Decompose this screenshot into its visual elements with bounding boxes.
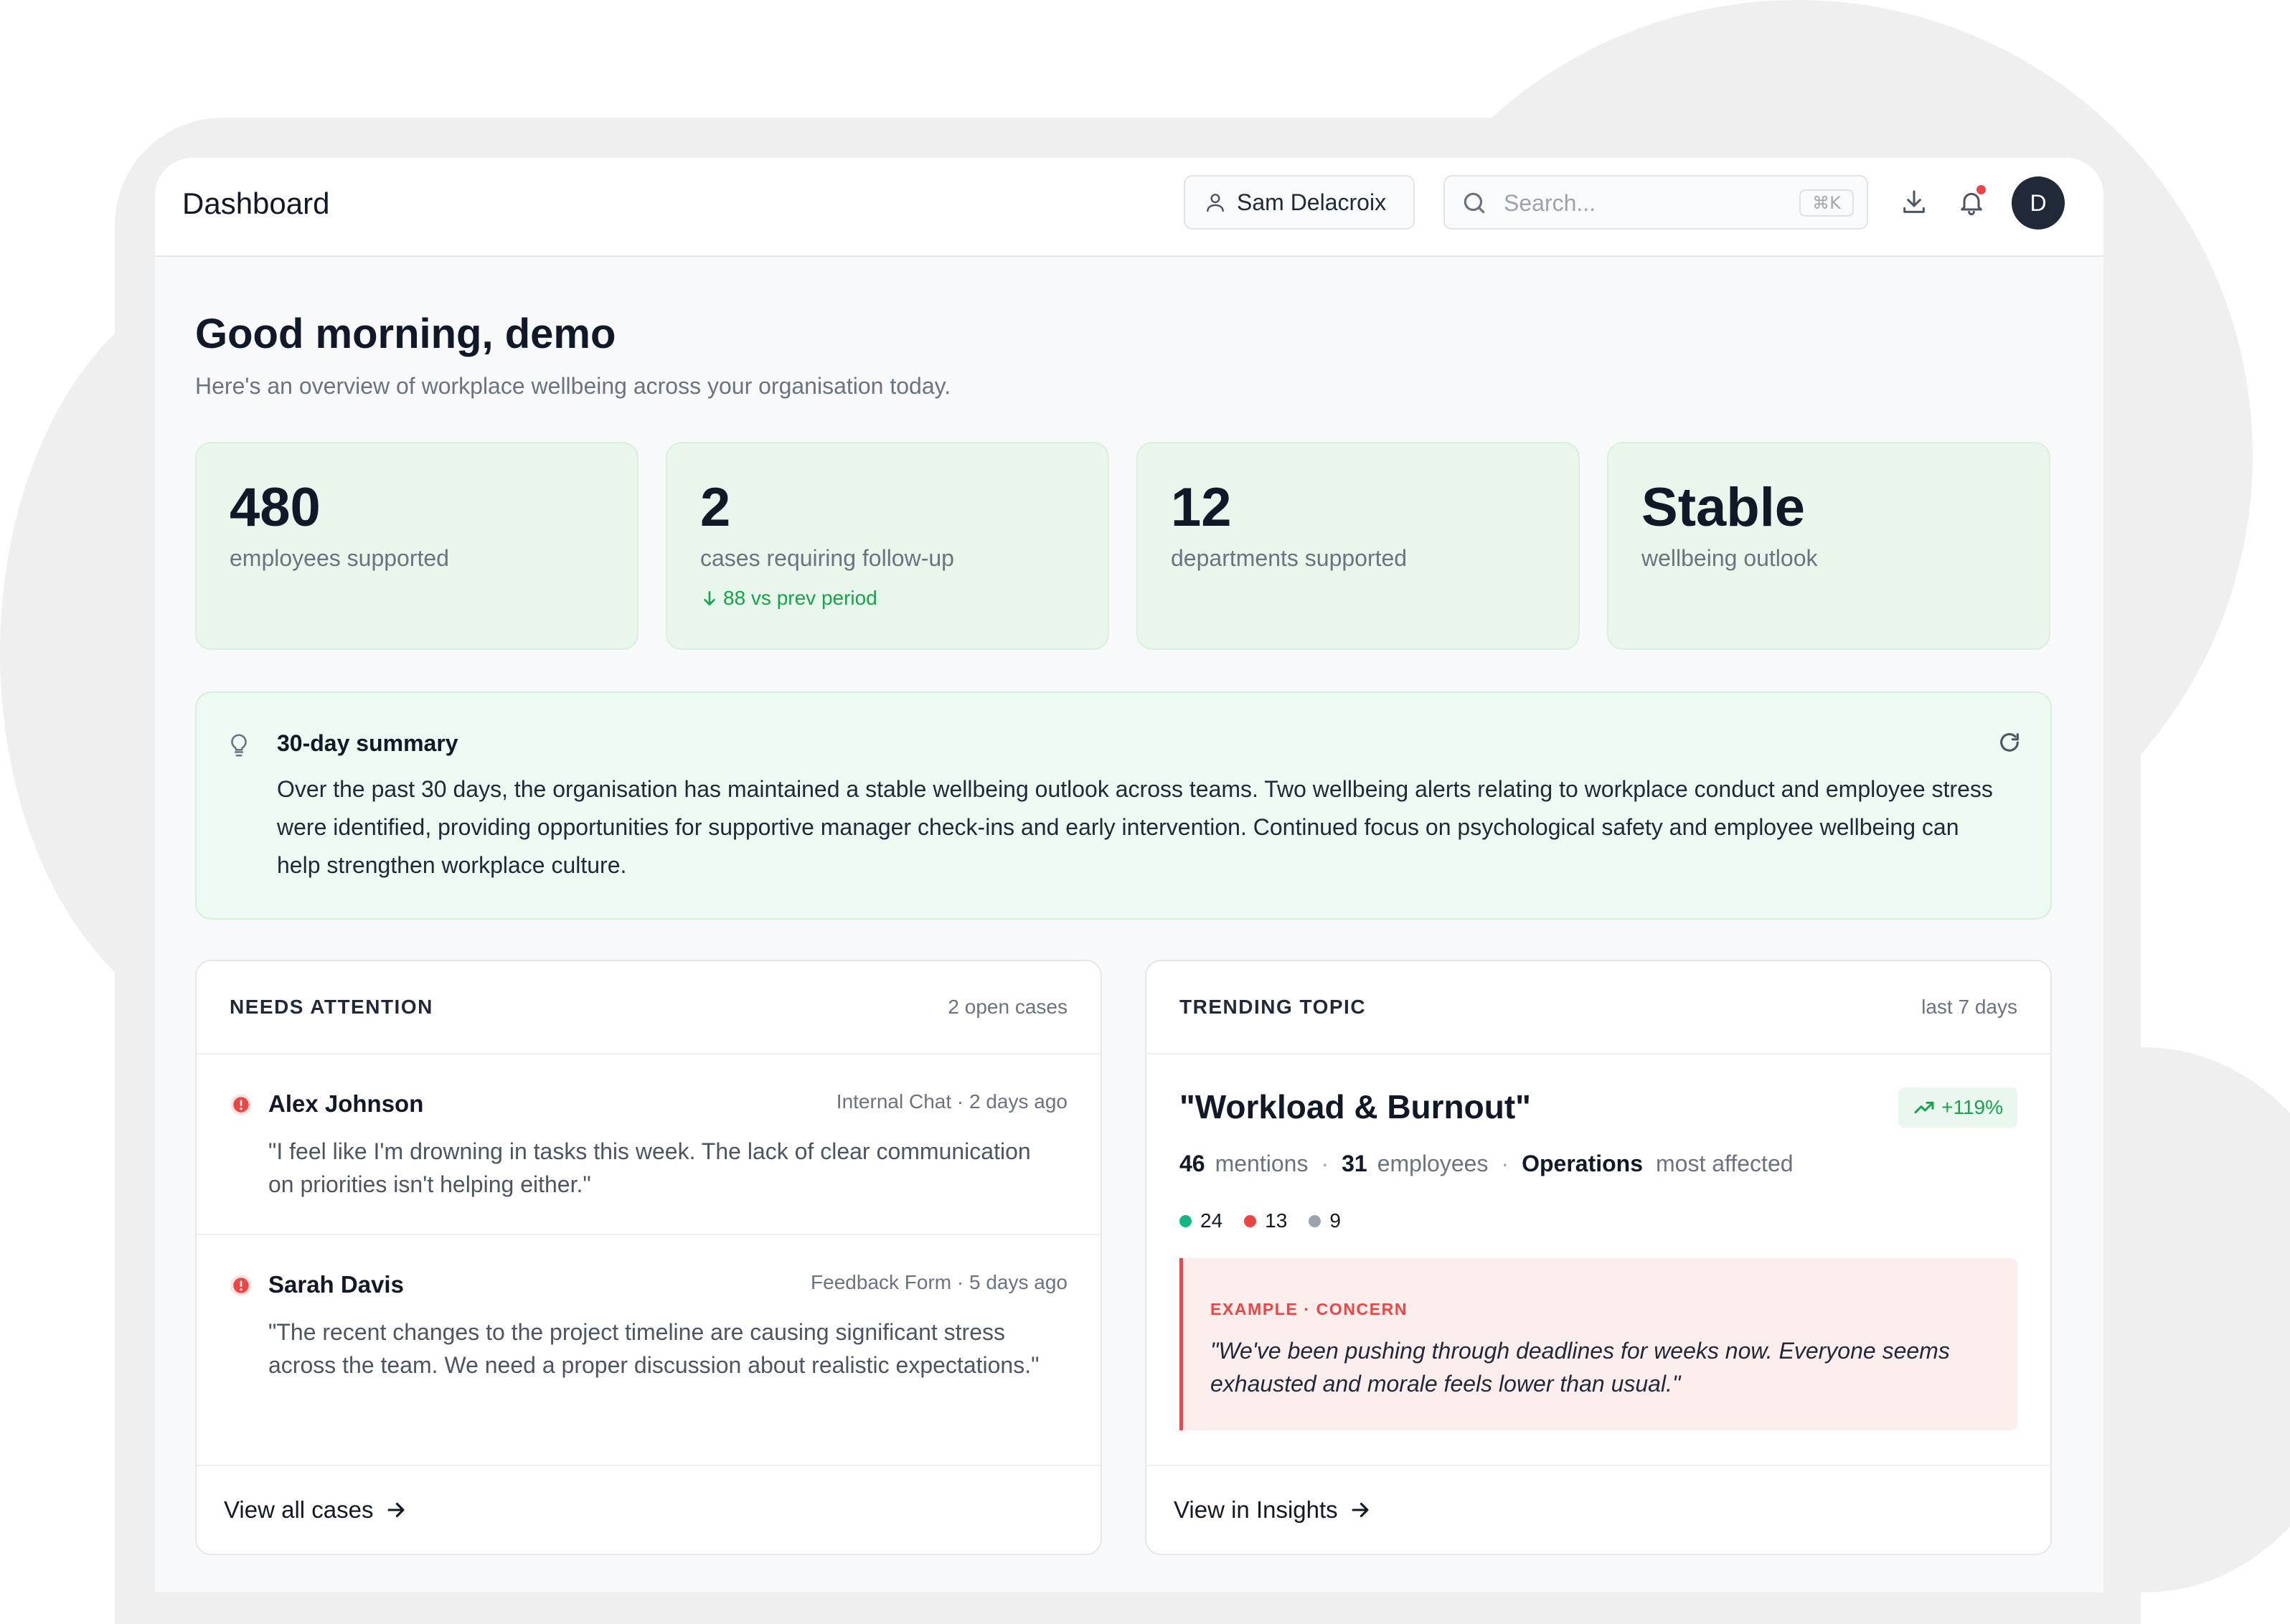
stat-label: cases requiring follow-up <box>700 545 954 571</box>
gray-dot-icon <box>1309 1214 1321 1227</box>
greeting-subtitle: Here's an overview of workplace wellbein… <box>195 373 951 399</box>
needs-attention-card: NEEDS ATTENTION 2 open cases Alex Johnso… <box>195 960 1102 1555</box>
sentiment-breakdown: 24 13 9 <box>1179 1209 1362 1232</box>
topic-title: "Workload & Burnout" <box>1179 1088 1531 1125</box>
topic-stats: 46 mentions · 31 employees · Operations … <box>1179 1151 1794 1177</box>
separator: · <box>1321 1151 1329 1176</box>
sentiment-positive: 24 <box>1179 1209 1222 1232</box>
avatar[interactable]: D <box>2012 176 2065 230</box>
user-switcher-button[interactable]: Sam Delacroix <box>1184 175 1415 230</box>
mentions-label: mentions <box>1215 1151 1309 1176</box>
stat-value: 12 <box>1171 477 1232 538</box>
sentiment-count: 24 <box>1200 1209 1223 1232</box>
stat-card-departments: 12 departments supported <box>1136 442 1580 650</box>
time-range: last 7 days <box>1921 996 2017 1018</box>
case-name: Sarah Davis <box>268 1271 404 1298</box>
download-icon <box>1903 190 1925 213</box>
top-bar: Dashboard Sam Delacroix ⌘K D <box>155 158 2103 257</box>
link-label: View all cases <box>224 1496 374 1523</box>
stat-value: 2 <box>700 477 731 538</box>
stat-label: employees supported <box>230 545 449 571</box>
trending-topic-card: TRENDING TOPIC last 7 days "Workload & B… <box>1145 960 2052 1555</box>
sentiment-count: 9 <box>1329 1209 1341 1232</box>
trend-up-icon <box>1914 1101 1934 1114</box>
summary-panel: 30-day summary Over the past 30 days, th… <box>195 691 2052 920</box>
arrow-right-icon <box>387 1502 404 1518</box>
download-button[interactable] <box>1894 182 1934 222</box>
green-dot-icon <box>1179 1214 1192 1227</box>
case-source: Internal Chat · 2 days ago <box>836 1090 1068 1113</box>
separator: · <box>1501 1151 1509 1176</box>
case-quote: "I feel like I'm drowning in tasks this … <box>268 1138 1031 1197</box>
card-footer: View in Insights <box>1146 1465 2050 1554</box>
search-box[interactable]: ⌘K <box>1443 175 1868 230</box>
arrow-right-icon <box>1352 1502 1369 1518</box>
department-name: Operations <box>1522 1151 1644 1176</box>
card-title: NEEDS ATTENTION <box>230 996 433 1018</box>
employees-label: employees <box>1377 1151 1489 1176</box>
arrow-down-icon <box>704 591 715 605</box>
open-cases-count: 2 open cases <box>948 996 1068 1018</box>
stat-value: 480 <box>230 477 321 538</box>
card-title: TRENDING TOPIC <box>1179 996 1367 1018</box>
case-name: Alex Johnson <box>268 1090 424 1117</box>
mentions-count: 46 <box>1179 1151 1205 1176</box>
department-label: most affected <box>1656 1151 1794 1176</box>
case-source: Feedback Form · 5 days ago <box>811 1271 1068 1293</box>
stat-label: wellbeing outlook <box>1641 545 1818 571</box>
search-shortcut-hint: ⌘K <box>1799 189 1854 217</box>
case-item[interactable]: Sarah Davis Feedback Form · 5 days ago "… <box>197 1235 1101 1462</box>
search-input[interactable] <box>1502 187 1792 219</box>
user-name: Sam Delacroix <box>1237 189 1387 215</box>
search-icon <box>1464 192 1485 214</box>
employees-count: 31 <box>1342 1151 1367 1176</box>
example-quote: "We've been pushing through deadlines fo… <box>1210 1338 1950 1397</box>
example-label: EXAMPLE · CONCERN <box>1210 1300 1408 1318</box>
lightbulb-icon <box>231 734 247 757</box>
card-footer: View all cases <box>197 1465 1101 1554</box>
user-icon <box>1207 194 1224 212</box>
stat-card-employees: 480 employees supported <box>195 442 639 650</box>
alert-icon <box>230 1275 252 1296</box>
stat-card-outlook: Stable wellbeing outlook <box>1607 442 2050 650</box>
refresh-icon[interactable] <box>1997 730 2022 755</box>
page-title: Dashboard <box>182 187 330 220</box>
notification-badge <box>1976 185 1986 194</box>
view-in-insights-link[interactable]: View in Insights <box>1174 1496 1372 1524</box>
stat-card-cases: 2 cases requiring follow-up 88 vs prev p… <box>666 442 1109 650</box>
card-header: NEEDS ATTENTION 2 open cases <box>197 961 1101 1054</box>
view-all-cases-link[interactable]: View all cases <box>224 1496 408 1524</box>
greeting-title: Good morning, demo <box>195 311 616 357</box>
app-window: Dashboard Sam Delacroix ⌘K D <box>155 158 2103 1592</box>
stat-trend-text: 88 vs prev period <box>723 587 877 609</box>
card-header: TRENDING TOPIC last 7 days <box>1146 961 2050 1054</box>
example-quote-box: EXAMPLE · CONCERN "We've been pushing th… <box>1179 1258 2017 1430</box>
stat-trend: 88 vs prev period <box>700 587 877 610</box>
summary-text: Over the past 30 days, the organisation … <box>277 776 1993 878</box>
notifications-button[interactable] <box>1951 182 1992 222</box>
sentiment-count: 13 <box>1265 1209 1288 1232</box>
stat-label: departments supported <box>1171 545 1408 571</box>
sentiment-negative: 13 <box>1244 1209 1287 1232</box>
change-badge: +119% <box>1898 1087 2017 1128</box>
link-label: View in Insights <box>1174 1496 1338 1523</box>
sentiment-neutral: 9 <box>1309 1209 1341 1232</box>
stat-value: Stable <box>1641 477 1806 538</box>
summary-title: 30-day summary <box>277 730 458 756</box>
alert-icon <box>230 1094 252 1115</box>
change-value: +119% <box>1941 1096 2003 1118</box>
case-quote: "The recent changes to the project timel… <box>268 1319 1040 1378</box>
red-dot-icon <box>1244 1214 1257 1227</box>
case-item[interactable]: Alex Johnson Internal Chat · 2 days ago … <box>197 1054 1101 1235</box>
